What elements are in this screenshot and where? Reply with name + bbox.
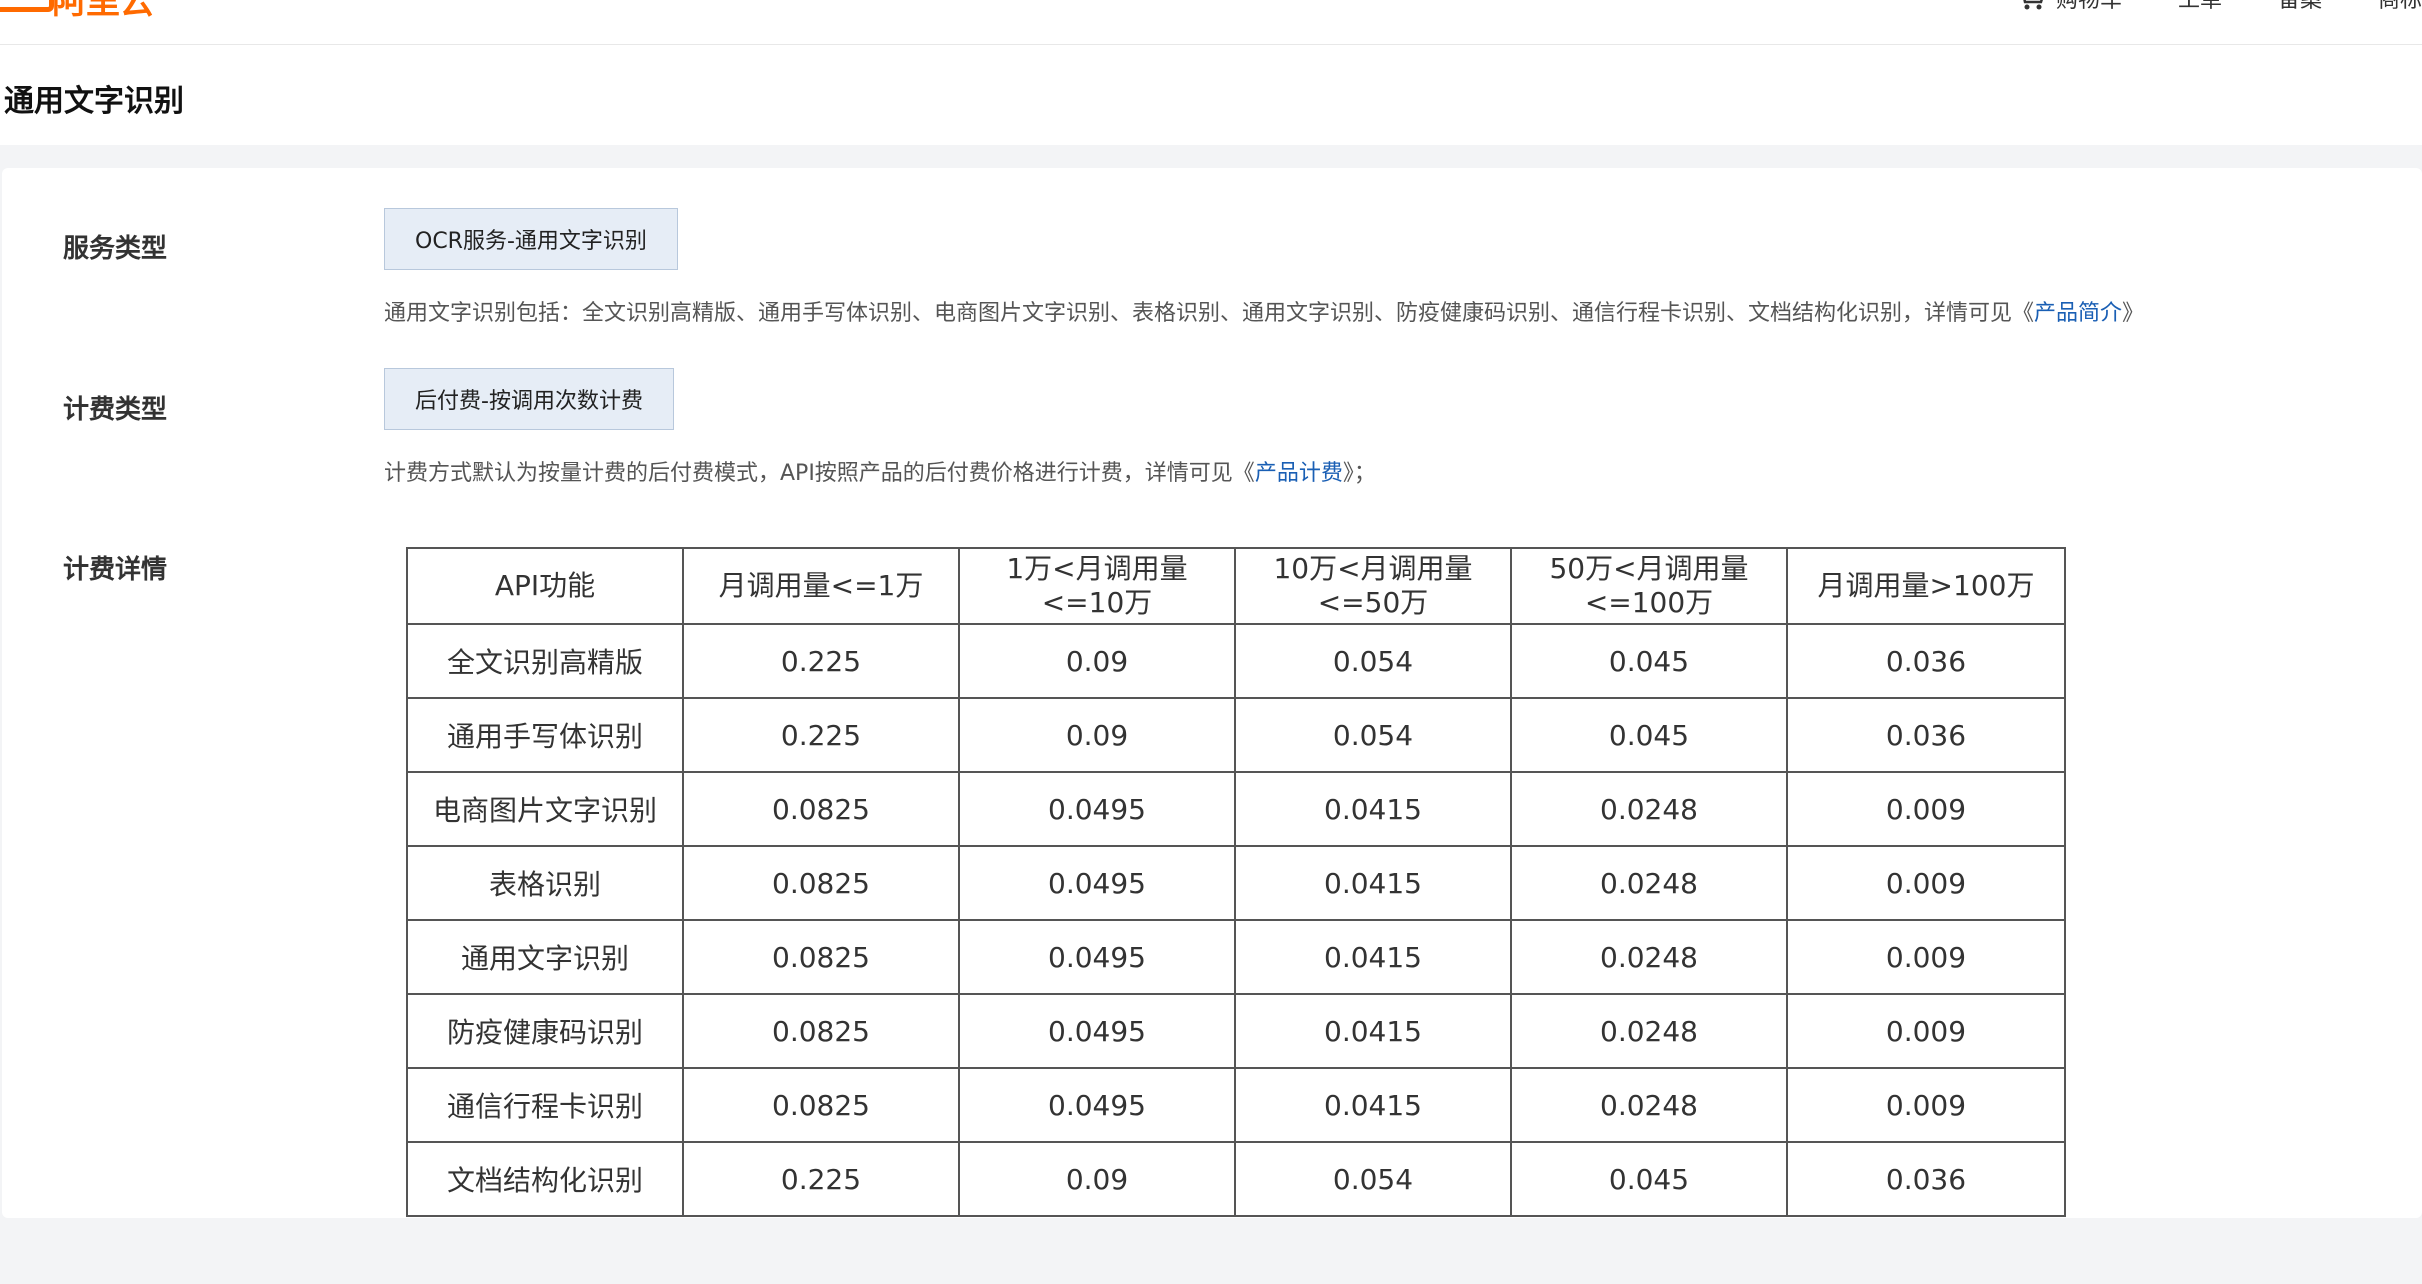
billing-type-desc-text: 计费方式默认为按量计费的后付费模式，API按照产品的后付费价格进行计费，详情可见… (384, 461, 1255, 486)
nav-item-label: 商标 (2377, 0, 2422, 13)
column-header: API功能 (406, 547, 684, 625)
table-cell: 0.045 (1510, 1141, 1788, 1217)
product-billing-link[interactable]: 产品计费 (1255, 461, 1343, 486)
table-cell: 0.0825 (682, 1067, 960, 1143)
service-type-option[interactable]: OCR服务-通用文字识别 (384, 208, 678, 270)
column-header: 10万<月调用量<=50万 (1234, 547, 1512, 625)
table-cell: 0.0825 (682, 993, 960, 1069)
nav-item-label: 工单 (2177, 0, 2222, 13)
table-row: 电商图片文字识别 0.0825 0.0495 0.0415 0.0248 0.0… (406, 771, 2066, 847)
table-cell: 0.045 (1510, 697, 1788, 773)
header-nav: 购物车 工单 备案 商标 (2016, 0, 2422, 18)
nav-item-label: 购物车 (2055, 0, 2122, 13)
table-cell: 0.225 (682, 697, 960, 773)
service-type-desc-suffix: 》 (2122, 301, 2145, 326)
nav-item-cart[interactable]: 购物车 (2016, 0, 2122, 14)
table-cell: 0.054 (1234, 623, 1512, 699)
table-cell: 0.0495 (958, 1067, 1236, 1143)
table-row: 通用文字识别 0.0825 0.0495 0.0415 0.0248 0.009 (406, 919, 2066, 995)
table-cell: 0.0248 (1510, 993, 1788, 1069)
billing-type-description: 计费方式默认为按量计费的后付费模式，API按照产品的后付费价格进行计费，详情可见… (384, 455, 1376, 487)
product-intro-link[interactable]: 产品简介 (2034, 301, 2122, 326)
table-cell: 0.036 (1786, 623, 2066, 699)
table-cell: 0.0495 (958, 771, 1236, 847)
table-cell: 0.0825 (682, 771, 960, 847)
table-cell: 0.09 (958, 1141, 1236, 1217)
table-cell: 0.0248 (1510, 771, 1788, 847)
table-cell: 0.225 (682, 623, 960, 699)
table-cell: 通信行程卡识别 (406, 1067, 684, 1143)
service-type-description: 通用文字识别包括：全文识别高精版、通用手写体识别、电商图片文字识别、表格识别、通… (384, 295, 2144, 327)
table-cell: 0.0495 (958, 845, 1236, 921)
title-bar (0, 45, 2422, 145)
table-row: 防疫健康码识别 0.0825 0.0495 0.0415 0.0248 0.00… (406, 993, 2066, 1069)
table-cell: 0.225 (682, 1141, 960, 1217)
table-cell: 0.0415 (1234, 1067, 1512, 1143)
table-cell: 0.09 (958, 697, 1236, 773)
column-header: 1万<月调用量<=10万 (958, 547, 1236, 625)
table-cell: 0.0248 (1510, 1067, 1788, 1143)
top-navigation-bar: 阿里云 购物车 工单 备案 商标 (0, 0, 2422, 45)
table-row: 表格识别 0.0825 0.0495 0.0415 0.0248 0.009 (406, 845, 2066, 921)
table-cell: 通用手写体识别 (406, 697, 684, 773)
table-cell: 表格识别 (406, 845, 684, 921)
table-row: 文档结构化识别 0.225 0.09 0.054 0.045 0.036 (406, 1141, 2066, 1217)
table-cell: 0.009 (1786, 1067, 2066, 1143)
billing-type-label: 计费类型 (63, 395, 168, 425)
table-cell: 0.054 (1234, 697, 1512, 773)
table-cell: 防疫健康码识别 (406, 993, 684, 1069)
aliyun-logo-icon (0, 0, 54, 12)
table-cell: 0.0248 (1510, 919, 1788, 995)
nav-item-filing[interactable]: 备案 (2278, 0, 2322, 14)
table-cell: 0.0825 (682, 919, 960, 995)
nav-item-ticket[interactable]: 工单 (2178, 0, 2222, 14)
table-cell: 0.036 (1786, 1141, 2066, 1217)
table-cell: 0.0415 (1234, 919, 1512, 995)
brand-logo[interactable]: 阿里云 (0, 0, 154, 22)
table-cell: 0.009 (1786, 845, 2066, 921)
service-type-label: 服务类型 (63, 234, 168, 264)
table-cell: 0.009 (1786, 993, 2066, 1069)
table-cell: 0.054 (1234, 1141, 1512, 1217)
table-row: 通信行程卡识别 0.0825 0.0495 0.0415 0.0248 0.00… (406, 1067, 2066, 1143)
table-cell: 0.0248 (1510, 845, 1788, 921)
service-type-desc-text: 通用文字识别包括：全文识别高精版、通用手写体识别、电商图片文字识别、表格识别、通… (384, 301, 2035, 326)
table-cell: 通用文字识别 (406, 919, 684, 995)
cart-icon (2023, 0, 2043, 10)
column-header: 月调用量>100万 (1786, 547, 2066, 625)
nav-item-trademark[interactable]: 商标 (2378, 0, 2422, 14)
table-cell: 0.09 (958, 623, 1236, 699)
table-cell: 全文识别高精版 (406, 623, 684, 699)
table-header-row: API功能 月调用量<=1万 1万<月调用量<=10万 10万<月调用量<=50… (406, 547, 2066, 625)
table-row: 全文识别高精版 0.225 0.09 0.054 0.045 0.036 (406, 623, 2066, 699)
billing-details-label: 计费详情 (63, 555, 168, 585)
table-cell: 0.0495 (958, 919, 1236, 995)
column-header: 50万<月调用量<=100万 (1510, 547, 1788, 625)
table-cell: 0.0415 (1234, 771, 1512, 847)
pricing-table: API功能 月调用量<=1万 1万<月调用量<=10万 10万<月调用量<=50… (406, 547, 2066, 1217)
brand-name: 阿里云 (52, 0, 154, 22)
table-cell: 0.009 (1786, 771, 2066, 847)
page-title: 通用文字识别 (4, 84, 184, 119)
table-cell: 文档结构化识别 (406, 1141, 684, 1217)
table-cell: 0.0495 (958, 993, 1236, 1069)
table-cell: 电商图片文字识别 (406, 771, 684, 847)
nav-item-label: 备案 (2277, 0, 2322, 13)
table-cell: 0.009 (1786, 919, 2066, 995)
table-cell: 0.0825 (682, 845, 960, 921)
billing-type-option[interactable]: 后付费-按调用次数计费 (384, 368, 674, 430)
table-row: 通用手写体识别 0.225 0.09 0.054 0.045 0.036 (406, 697, 2066, 773)
billing-type-desc-suffix: 》； (1342, 461, 1376, 486)
column-header: 月调用量<=1万 (682, 547, 960, 625)
table-cell: 0.045 (1510, 623, 1788, 699)
table-cell: 0.0415 (1234, 845, 1512, 921)
table-cell: 0.036 (1786, 697, 2066, 773)
table-cell: 0.0415 (1234, 993, 1512, 1069)
